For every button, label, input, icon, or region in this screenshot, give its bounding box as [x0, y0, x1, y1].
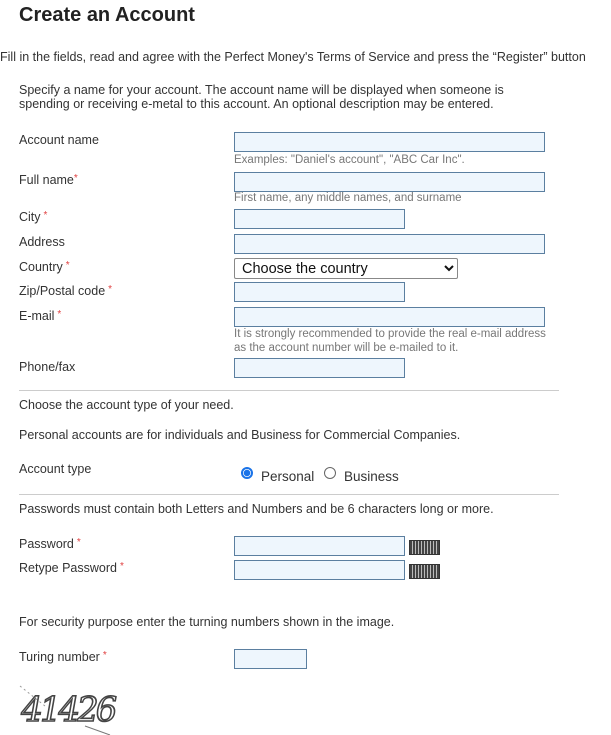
required-mark: * [102, 650, 107, 661]
phone-label: Phone/fax [19, 360, 76, 374]
zip-label-text: Zip/Postal code [19, 284, 106, 298]
account-description-line-1: Specify a name for your account. The acc… [19, 83, 504, 97]
security-text: For security purpose enter the turning n… [19, 615, 395, 629]
business-radio-label[interactable]: Business [344, 469, 399, 484]
account-name-label: Account name [19, 133, 99, 147]
personal-radio-label[interactable]: Personal [261, 469, 314, 484]
zip-label: Zip/Postal code * [19, 284, 112, 298]
email-label-text: E-mail [19, 309, 55, 323]
turing-input[interactable] [234, 649, 307, 669]
account-description-line-2: spending or receiving e-metal to this ac… [19, 97, 494, 111]
captcha-image: 41426 [17, 685, 120, 735]
required-mark: * [57, 309, 62, 320]
virtual-keyboard-icon[interactable] [409, 564, 440, 579]
divider [19, 390, 559, 391]
city-label-text: City [19, 210, 41, 224]
required-mark: * [119, 561, 124, 572]
required-mark: * [65, 260, 70, 271]
turing-label-text: Turing number [19, 650, 100, 664]
email-input[interactable] [234, 307, 545, 327]
required-mark: * [73, 173, 78, 184]
zip-input[interactable] [234, 282, 405, 302]
business-radio[interactable] [324, 467, 336, 479]
full-name-label-text: Full name [19, 173, 74, 187]
country-label: Country * [19, 260, 70, 274]
full-name-input[interactable] [234, 172, 545, 192]
account-type-intro: Choose the account type of your need. [19, 398, 234, 412]
email-label: E-mail * [19, 309, 61, 323]
retype-password-label: Retype Password * [19, 561, 124, 575]
phone-input[interactable] [234, 358, 405, 378]
city-input[interactable] [234, 209, 405, 229]
country-select[interactable]: Choose the country [234, 258, 458, 279]
password-label: Password * [19, 537, 81, 551]
turing-label: Turing number * [19, 650, 107, 664]
city-label: City * [19, 210, 47, 224]
required-mark: * [43, 210, 48, 221]
email-hint-line-1: It is strongly recommended to provide th… [234, 328, 546, 340]
divider [19, 494, 559, 495]
account-type-label: Account type [19, 462, 92, 476]
address-input[interactable] [234, 234, 545, 254]
full-name-label: Full name* [19, 173, 78, 187]
password-label-text: Password [19, 537, 74, 551]
captcha-text: 41426 [17, 690, 118, 730]
password-input[interactable] [234, 536, 405, 556]
account-type-description: Personal accounts are for individuals an… [19, 428, 461, 442]
page-title: Create an Account [19, 4, 195, 26]
retype-password-input[interactable] [234, 560, 405, 580]
virtual-keyboard-icon[interactable] [409, 540, 440, 555]
full-name-hint: First name, any middle names, and surnam… [234, 192, 462, 204]
required-mark: * [108, 284, 113, 295]
address-label: Address [19, 235, 65, 249]
required-mark: * [76, 537, 81, 548]
account-name-input[interactable] [234, 132, 545, 152]
email-hint-line-2: as the account number will be e-mailed t… [234, 342, 459, 354]
personal-radio[interactable] [241, 467, 253, 479]
account-name-hint: Examples: "Daniel's account", "ABC Car I… [234, 154, 465, 166]
retype-password-label-text: Retype Password [19, 561, 117, 575]
intro-text: Fill in the fields, read and agree with … [0, 50, 586, 64]
password-rule: Passwords must contain both Letters and … [19, 502, 494, 516]
country-label-text: Country [19, 260, 63, 274]
